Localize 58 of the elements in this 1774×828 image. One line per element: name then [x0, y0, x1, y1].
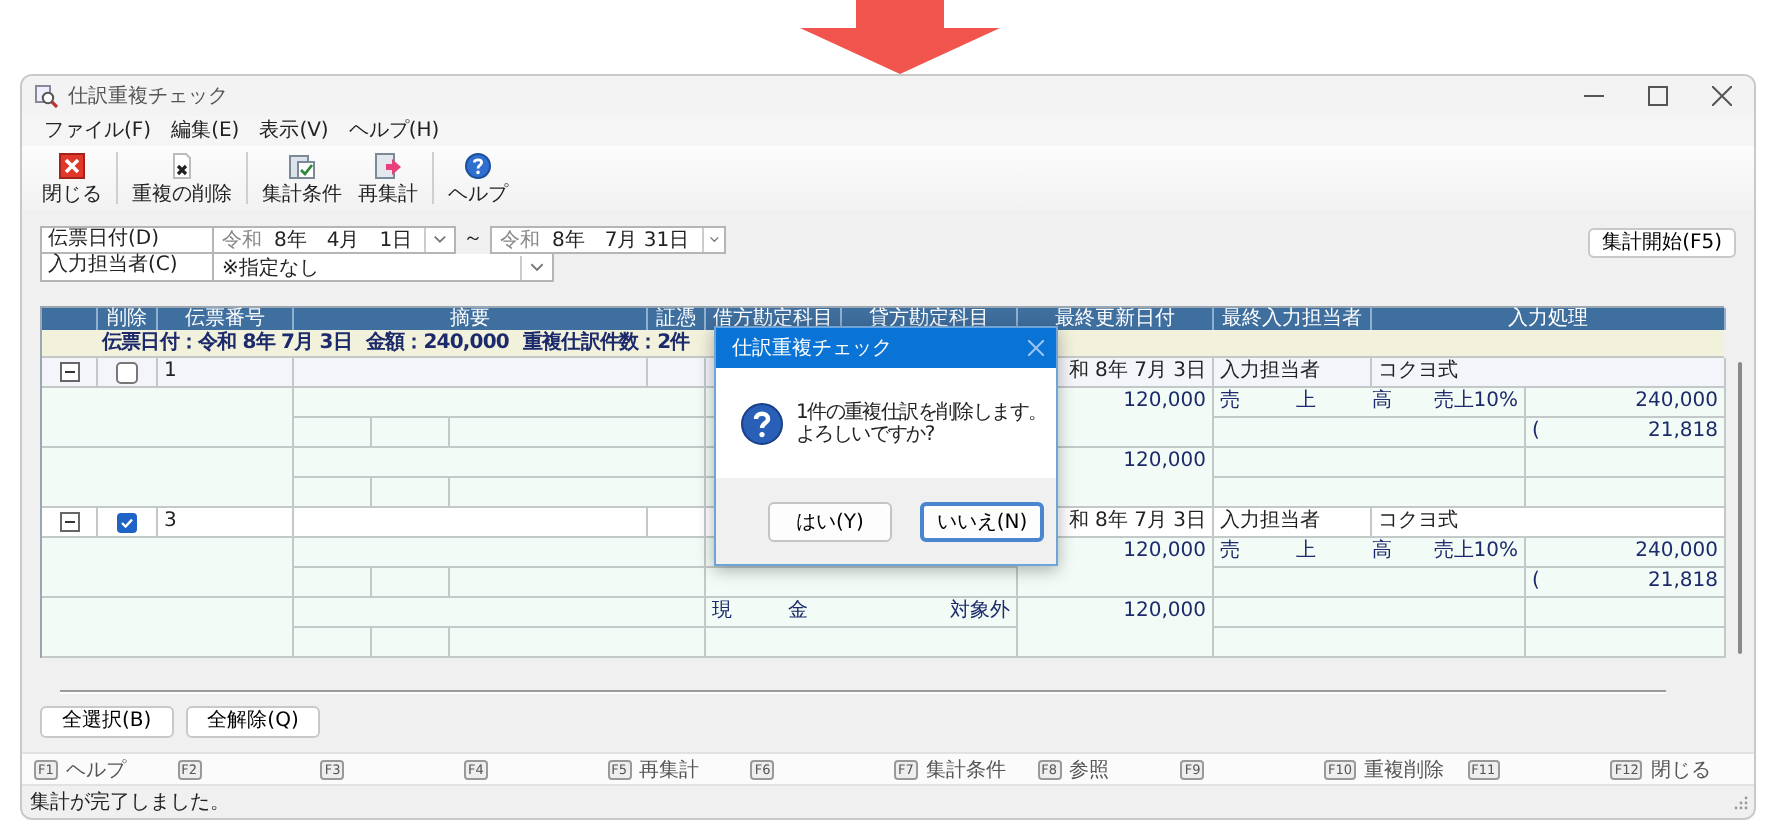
group-date: 伝票日付：令和 8年 7月 3日	[102, 330, 352, 356]
dialog-button[interactable]: はい(Y)	[768, 501, 892, 541]
dialog-button[interactable]: いいえ(N)	[920, 501, 1044, 541]
menu-item[interactable]: 表示(V)	[249, 116, 339, 146]
tax-amount: 21,818	[1648, 568, 1718, 596]
document-x-icon	[168, 151, 196, 179]
magnifier-icon	[34, 84, 58, 108]
collapse-icon[interactable]	[59, 362, 79, 382]
maximize-icon[interactable]	[1648, 86, 1668, 106]
amount-cell: 120,000	[1018, 598, 1214, 658]
document-arrow-icon	[374, 151, 402, 179]
menu-item[interactable]: ヘルプ(H)	[338, 116, 450, 146]
field-label: 入力担当者(C)	[40, 254, 214, 282]
resize-grip-icon	[1734, 795, 1748, 809]
amount-cell: 240,000	[1526, 388, 1726, 418]
account-name: 現 金	[712, 598, 826, 626]
toolbar-button[interactable]: 重複の削除	[124, 151, 240, 205]
close-icon[interactable]	[1712, 86, 1732, 106]
checklist-icon	[288, 151, 316, 179]
tax-amount: 21,818	[1648, 418, 1718, 446]
amount-cell: 240,000	[1526, 538, 1726, 568]
select-button[interactable]: 全解除(Q)	[185, 706, 321, 738]
tax-category: 対象外	[950, 598, 1010, 626]
account-name: 売 上 高	[1220, 388, 1410, 416]
down-arrow-icon	[800, 0, 1000, 74]
status-text: 集計が完了しました。	[30, 789, 230, 816]
dialog-title: 仕訳重複チェック	[732, 335, 892, 362]
parenthesis: (	[1532, 568, 1540, 596]
range-separator: ～	[461, 226, 485, 254]
help-icon	[464, 151, 492, 179]
toolbar-button[interactable]: ヘルプ	[440, 151, 516, 205]
question-icon	[740, 401, 784, 445]
account-name: 売 上 高	[1220, 538, 1410, 566]
toolbar-button[interactable]: 再集計	[350, 151, 426, 205]
table-cell	[372, 628, 450, 658]
parenthesis: (	[1532, 418, 1540, 446]
close-icon	[58, 151, 86, 179]
select-button[interactable]: 全選択(B)	[40, 706, 174, 738]
field-label: 伝票日付(D)	[40, 226, 214, 254]
dialog-message: よろしいですか?	[796, 423, 936, 445]
menu-item[interactable]: 編集(E)	[161, 116, 250, 146]
scrollbar[interactable]	[1738, 362, 1742, 654]
checkbox[interactable]	[116, 361, 138, 383]
date-field[interactable]: 令和 8年 7月 31日	[490, 226, 726, 254]
checkbox[interactable]	[116, 511, 138, 533]
date-field[interactable]: 令和 8年 4月 1日	[214, 226, 456, 254]
window-title: 仕訳重複チェック	[68, 83, 228, 110]
user-dropdown[interactable]: ※指定なし	[214, 254, 554, 282]
toolbar-button[interactable]: 集計条件	[254, 151, 350, 205]
tax-category: 売上10%	[1433, 538, 1518, 566]
table-cell	[294, 628, 372, 658]
group-amount: 金額：240,000	[365, 330, 509, 356]
tax-category: 売上10%	[1433, 388, 1518, 416]
start-button[interactable]: 集計開始(F5)	[1588, 228, 1736, 258]
group-count: 重複仕訳件数：2件	[522, 330, 690, 356]
collapse-icon[interactable]	[59, 512, 79, 532]
toolbar-button[interactable]: 閉じる	[34, 151, 110, 205]
menu-item[interactable]: ファイル(F)	[34, 116, 162, 146]
